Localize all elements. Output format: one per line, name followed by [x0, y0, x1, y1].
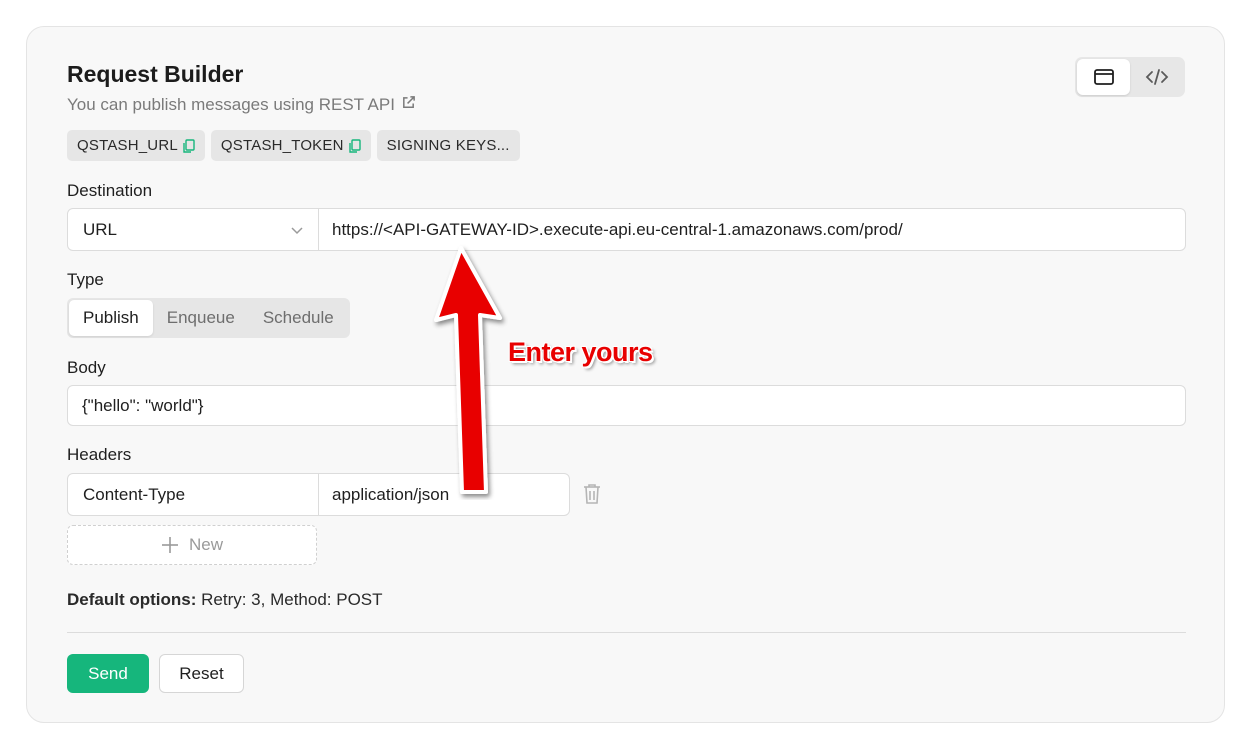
chip-qstash-token[interactable]: QSTASH_TOKEN — [210, 130, 371, 161]
tab-schedule[interactable]: Schedule — [249, 300, 348, 336]
trash-icon[interactable] — [583, 483, 601, 505]
chip-label: QSTASH_URL — [77, 137, 178, 154]
preview-view-button[interactable] — [1077, 59, 1130, 95]
page-title: Request Builder — [67, 61, 244, 87]
subtitle: You can publish messages using REST API — [67, 95, 416, 115]
reset-button[interactable]: Reset — [159, 654, 244, 693]
external-link-icon[interactable] — [401, 95, 416, 115]
default-options-text: Retry: 3, Method: POST — [201, 590, 383, 609]
destination-row: URL https://<API-GATEWAY-ID>.execute-api… — [67, 208, 1186, 251]
chip-label: SIGNING KEYS... — [386, 137, 510, 154]
default-options-prefix: Default options: — [67, 590, 197, 609]
chevron-down-icon — [291, 226, 303, 234]
window-icon — [1093, 69, 1114, 85]
tab-enqueue[interactable]: Enqueue — [153, 300, 249, 336]
destination-type-value: URL — [83, 219, 118, 239]
headers-label: Headers — [67, 445, 132, 464]
body-input[interactable]: {"hello": "world"} — [67, 385, 1186, 426]
plus-icon — [161, 537, 178, 553]
code-icon — [1145, 69, 1168, 85]
subtitle-text: You can publish messages using REST API — [67, 95, 395, 114]
chip-signing-keys[interactable]: SIGNING KEYS... — [376, 130, 520, 161]
copy-icon[interactable] — [348, 138, 361, 153]
send-button[interactable]: Send — [67, 654, 149, 693]
tab-publish[interactable]: Publish — [69, 300, 153, 336]
body-label: Body — [67, 358, 106, 377]
divider — [67, 632, 1186, 633]
chip-label: QSTASH_TOKEN — [220, 137, 344, 154]
credential-chips: QSTASH_URL QSTASH_TOKEN SIGNING KEYS... — [67, 130, 520, 161]
view-toggle — [1075, 57, 1185, 97]
destination-label: Destination — [67, 181, 153, 200]
type-label: Type — [67, 270, 104, 289]
chip-qstash-url[interactable]: QSTASH_URL — [67, 130, 205, 161]
type-segmented-control: Publish Enqueue Schedule — [67, 298, 350, 338]
destination-type-select[interactable]: URL — [68, 209, 319, 250]
annotation-arrow-icon — [434, 246, 502, 494]
default-options: Default options: Retry: 3, Method: POST — [67, 590, 383, 610]
request-builder-card: Request Builder You can publish messages… — [26, 26, 1225, 723]
header-key-input[interactable]: Content-Type — [68, 474, 319, 515]
copy-icon[interactable] — [183, 138, 195, 153]
add-header-label: New — [188, 535, 223, 554]
code-view-button[interactable] — [1130, 59, 1183, 95]
annotation-text: Enter yours — [508, 337, 653, 367]
add-header-button[interactable]: New — [67, 525, 317, 565]
